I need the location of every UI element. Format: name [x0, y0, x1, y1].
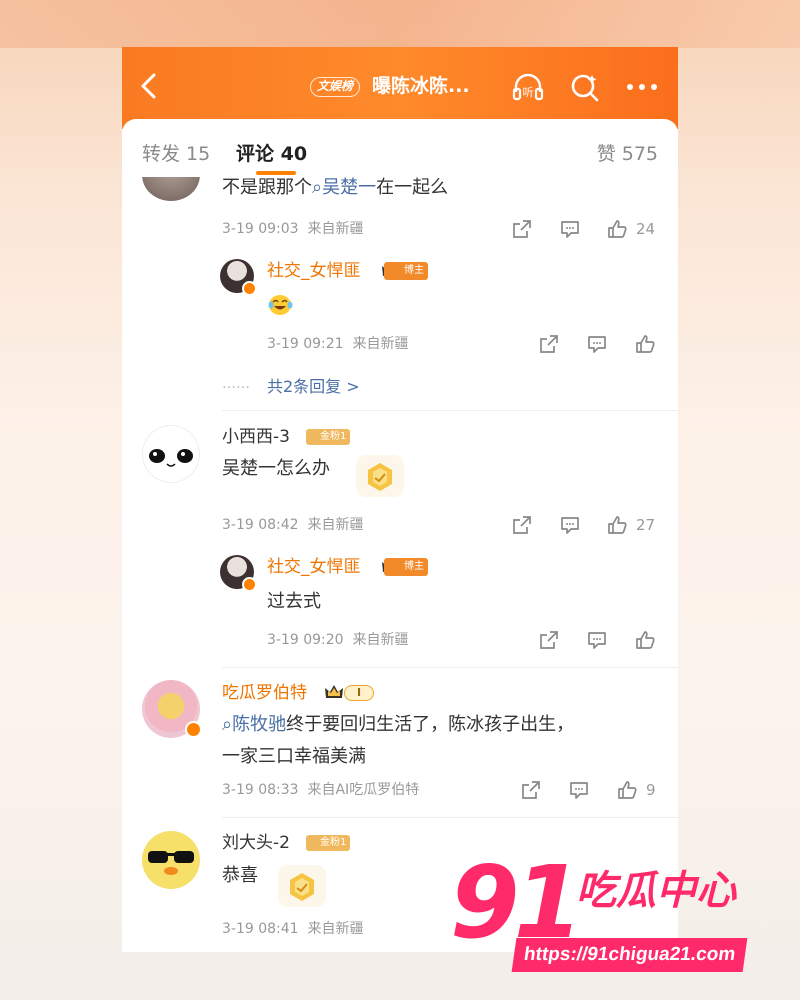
avatar[interactable] [142, 177, 200, 201]
like-count: 9 [646, 781, 656, 799]
sunglasses-chick-icon [148, 851, 194, 875]
share-icon[interactable] [511, 218, 533, 240]
comment-meta: 3-19 09:03 来自新疆 [222, 221, 364, 237]
like-count: 27 [636, 516, 656, 534]
crown-icon [325, 685, 343, 698]
cartoon-face-icon [149, 449, 193, 467]
comment-icon[interactable] [559, 514, 581, 536]
comment-icon[interactable] [586, 629, 608, 651]
reply-meta: 3-19 09:20 来自新疆 [267, 632, 409, 648]
watermark-url: https://91chigua21.com [511, 938, 748, 972]
blogger-badge: 博主 [384, 558, 428, 576]
gold-fan-badge: 金粉1 [306, 429, 351, 445]
divider [222, 667, 678, 668]
level-badge: I [344, 685, 375, 701]
more-options-icon[interactable] [624, 80, 660, 94]
verified-badge-icon [242, 577, 257, 592]
comment-text: 恭喜 [222, 865, 258, 886]
share-icon[interactable] [520, 779, 542, 801]
verified-badge-icon [185, 721, 202, 738]
like-icon[interactable] [606, 218, 628, 240]
tab-comment[interactable]: 评论 40 [236, 139, 307, 166]
reply-meta: 3-19 09:21 来自新疆 [267, 336, 409, 352]
watermark-text: 吃瓜中心 [576, 868, 736, 914]
divider [222, 817, 678, 818]
like-icon[interactable] [616, 779, 638, 801]
share-icon[interactable] [538, 333, 560, 355]
divider [222, 410, 678, 411]
like-icon[interactable] [606, 514, 628, 536]
topic-tag[interactable]: 文娱榜 [310, 77, 361, 97]
share-icon[interactable] [511, 514, 533, 536]
comment-author-name[interactable]: 刘大头-2 [222, 832, 290, 854]
top-bar: 文娱榜 曝陈冰陈... 听 [122, 47, 678, 129]
headphones-listen-icon[interactable]: 听 [511, 70, 545, 104]
comment-list: 不是跟那个⌕吴楚一在一起么 3-19 09:03 来自新疆 24 社交_女悍匪 … [122, 177, 678, 952]
like-icon[interactable] [634, 629, 656, 651]
comment-icon[interactable] [559, 218, 581, 240]
back-arrow-icon[interactable] [136, 71, 162, 101]
comment-text: 吴楚一怎么办 [222, 458, 330, 479]
gold-medal-sticker-icon [278, 865, 326, 907]
reply-author-name[interactable]: 社交_女悍匪 [267, 260, 361, 282]
reply-text: 过去式 [267, 591, 321, 612]
comment-meta: 3-19 08:41 来自新疆 [222, 921, 364, 937]
comment-author-name[interactable]: 小西西-3 [222, 426, 290, 448]
gold-medal-sticker-icon [356, 455, 404, 497]
avatar[interactable] [142, 831, 200, 889]
reply-author-name[interactable]: 社交_女悍匪 [267, 556, 361, 578]
comment-author-name[interactable]: 吃瓜罗伯特 [222, 682, 307, 704]
site-watermark: 91 吃瓜中心 https://91chigua21.com [450, 848, 780, 978]
weibo-comment-screen: 文娱榜 曝陈冰陈... 听 转发 15 评论 40 赞 575 不是跟那个⌕吴楚… [122, 47, 678, 952]
comment-text: 不是跟那个⌕吴楚一在一起么 [222, 177, 449, 198]
laughing-emoji-icon [268, 295, 293, 315]
more-replies-dots: …… [222, 376, 250, 392]
comment-text: ⌕陈牧驰终于要回归生活了，陈冰孩子出生， [222, 714, 575, 735]
like-count: 24 [636, 220, 656, 238]
blogger-badge: 博主 [384, 262, 428, 280]
verified-badge-icon [242, 281, 257, 296]
search-sparkle-icon[interactable] [568, 70, 602, 104]
comment-text-line2: 一家三口幸福美满 [222, 746, 366, 767]
topic-title[interactable]: 曝陈冰陈... [372, 73, 470, 99]
comment-icon[interactable] [586, 333, 608, 355]
gold-fan-badge: 金粉1 [306, 835, 351, 851]
active-tab-indicator [256, 171, 296, 175]
tab-likes[interactable]: 赞 575 [597, 139, 658, 166]
hashtag-link[interactable]: ⌕吴楚一 [312, 177, 376, 198]
comment-icon[interactable] [568, 779, 590, 801]
view-more-replies-link[interactable]: 共2条回复 > [267, 373, 360, 397]
share-icon[interactable] [538, 629, 560, 651]
background-top-band [0, 0, 800, 48]
comment-meta: 3-19 08:33 来自AI吃瓜罗伯特 [222, 782, 420, 798]
svg-text:听: 听 [523, 86, 534, 99]
hashtag-link[interactable]: ⌕陈牧驰 [222, 714, 286, 735]
avatar[interactable] [142, 425, 200, 483]
like-icon[interactable] [634, 333, 656, 355]
comment-meta: 3-19 08:42 来自新疆 [222, 517, 364, 533]
tab-repost[interactable]: 转发 15 [142, 139, 210, 166]
